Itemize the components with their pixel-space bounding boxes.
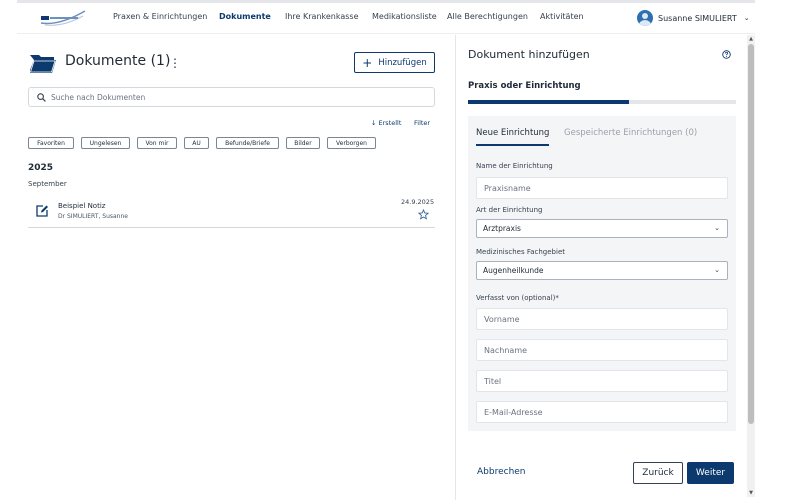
facility-form-card: Neue Einrichtung Gespeicherte Einrichtun… — [468, 116, 736, 431]
facility-type-label: Art der Einrichtung — [476, 206, 543, 214]
user-name: Susanne SIMULIERT — [658, 13, 737, 23]
step-progress-bar — [468, 100, 736, 104]
specialty-select[interactable]: Augenheilkunde ⌄ — [476, 261, 728, 280]
list-item[interactable]: Beispiel Notiz Dr SIMULIERT, Susanne 24.… — [28, 197, 435, 228]
last-name-input[interactable] — [484, 340, 720, 360]
facility-name-label: Name der Einrichtung — [476, 162, 553, 170]
facility-type-value: Arztpraxis — [483, 224, 521, 233]
cancel-button[interactable]: Abbrechen — [477, 467, 526, 477]
first-name-field — [476, 308, 728, 330]
nav-dokumente[interactable]: Dokumente — [219, 12, 271, 21]
year-heading: 2025 — [28, 163, 54, 173]
chevron-down-icon: ⌄ — [714, 266, 720, 274]
nav-krankenkasse[interactable]: Ihre Krankenkasse — [285, 12, 359, 21]
title-input[interactable] — [484, 371, 720, 391]
filter-button[interactable]: Filter — [414, 119, 430, 127]
specialty-value: Augenheilkunde — [483, 266, 544, 275]
progress-fill — [468, 100, 629, 104]
nav-praxen[interactable]: Praxen & Einrichtungen — [113, 12, 207, 21]
panel-title: Dokument hinzufügen — [468, 48, 590, 61]
add-document-label: Hinzufügen — [378, 57, 427, 68]
step-title: Praxis oder Einrichtung — [468, 81, 581, 91]
chevron-down-icon: ⌄ — [714, 224, 720, 232]
chip-favoriten[interactable]: Favoriten — [28, 137, 74, 149]
document-name: Beispiel Notiz — [58, 202, 106, 210]
email-input[interactable] — [484, 402, 720, 422]
folder-icon — [29, 55, 56, 73]
nav-medikationsliste[interactable]: Medikationsliste — [372, 12, 437, 21]
author-label: Verfasst von (optional)* — [476, 294, 559, 302]
sort-label: Erstellt — [378, 119, 402, 127]
scroll-down-icon[interactable]: ▼ — [747, 489, 755, 497]
panel-scrollbar[interactable]: ▲ ▼ — [747, 35, 755, 497]
search-icon — [37, 92, 46, 102]
search-box — [28, 87, 435, 107]
document-date: 24.9.2025 — [401, 198, 435, 206]
search-input[interactable] — [51, 92, 411, 102]
chip-verborgen[interactable]: Verborgen — [327, 137, 376, 149]
user-menu[interactable]: Susanne SIMULIERT ⌄ — [637, 9, 750, 27]
help-icon[interactable] — [722, 50, 731, 59]
tab-new-facility[interactable]: Neue Einrichtung — [476, 128, 550, 146]
scroll-thumb[interactable] — [748, 44, 754, 424]
page-title: Dokumente (1) — [65, 53, 171, 69]
arrow-down-icon: ↓ — [371, 119, 377, 127]
tab-saved-facilities[interactable]: Gespeicherte Einrichtungen (0) — [564, 128, 697, 138]
scroll-up-icon[interactable]: ▲ — [747, 35, 755, 43]
chevron-down-icon: ⌄ — [743, 14, 750, 22]
nav-berechtigungen[interactable]: Alle Berechtigungen — [447, 12, 528, 21]
nav-aktivitaeten[interactable]: Aktivitäten — [540, 12, 584, 21]
documents-panel: Dokumente (1) ⋮ + Hinzufügen ↓ Erstellt … — [17, 35, 455, 500]
specialty-label: Medizinisches Fachgebiet — [476, 248, 565, 256]
month-heading: September — [28, 180, 67, 188]
chip-bilder[interactable]: Bilder — [286, 137, 320, 149]
app-window: Praxen & Einrichtungen Dokumente Ihre Kr… — [0, 0, 800, 500]
chip-befunde-briefe[interactable]: Befunde/Briefe — [216, 137, 279, 149]
facility-type-select[interactable]: Arztpraxis ⌄ — [476, 219, 728, 238]
sort-button[interactable]: ↓ Erstellt — [371, 119, 401, 127]
chip-von-mir[interactable]: Von mir — [137, 137, 177, 149]
add-document-panel: Dokument hinzufügen Praxis oder Einricht… — [455, 35, 750, 500]
chip-au[interactable]: AU — [184, 137, 209, 149]
back-button[interactable]: Zurück — [633, 462, 683, 484]
next-button[interactable]: Weiter — [687, 462, 734, 484]
title-field — [476, 370, 728, 392]
add-document-button[interactable]: + Hinzufügen — [354, 52, 435, 73]
ikk-logo-icon[interactable] — [39, 8, 87, 28]
star-icon[interactable] — [418, 209, 429, 220]
top-navigation-bar: Praxen & Einrichtungen Dokumente Ihre Kr… — [17, 3, 755, 34]
chip-ungelesen[interactable]: Ungelesen — [81, 137, 130, 149]
document-author: Dr SIMULIERT, Susanne — [58, 213, 128, 220]
avatar — [637, 10, 653, 26]
facility-name-input[interactable] — [484, 178, 720, 198]
plus-icon: + — [362, 55, 373, 70]
edit-note-icon — [36, 205, 48, 217]
more-options-icon[interactable]: ⋮ — [169, 55, 181, 71]
facility-name-field — [476, 177, 728, 199]
email-field — [476, 401, 728, 423]
first-name-input[interactable] — [484, 309, 720, 329]
last-name-field — [476, 339, 728, 361]
